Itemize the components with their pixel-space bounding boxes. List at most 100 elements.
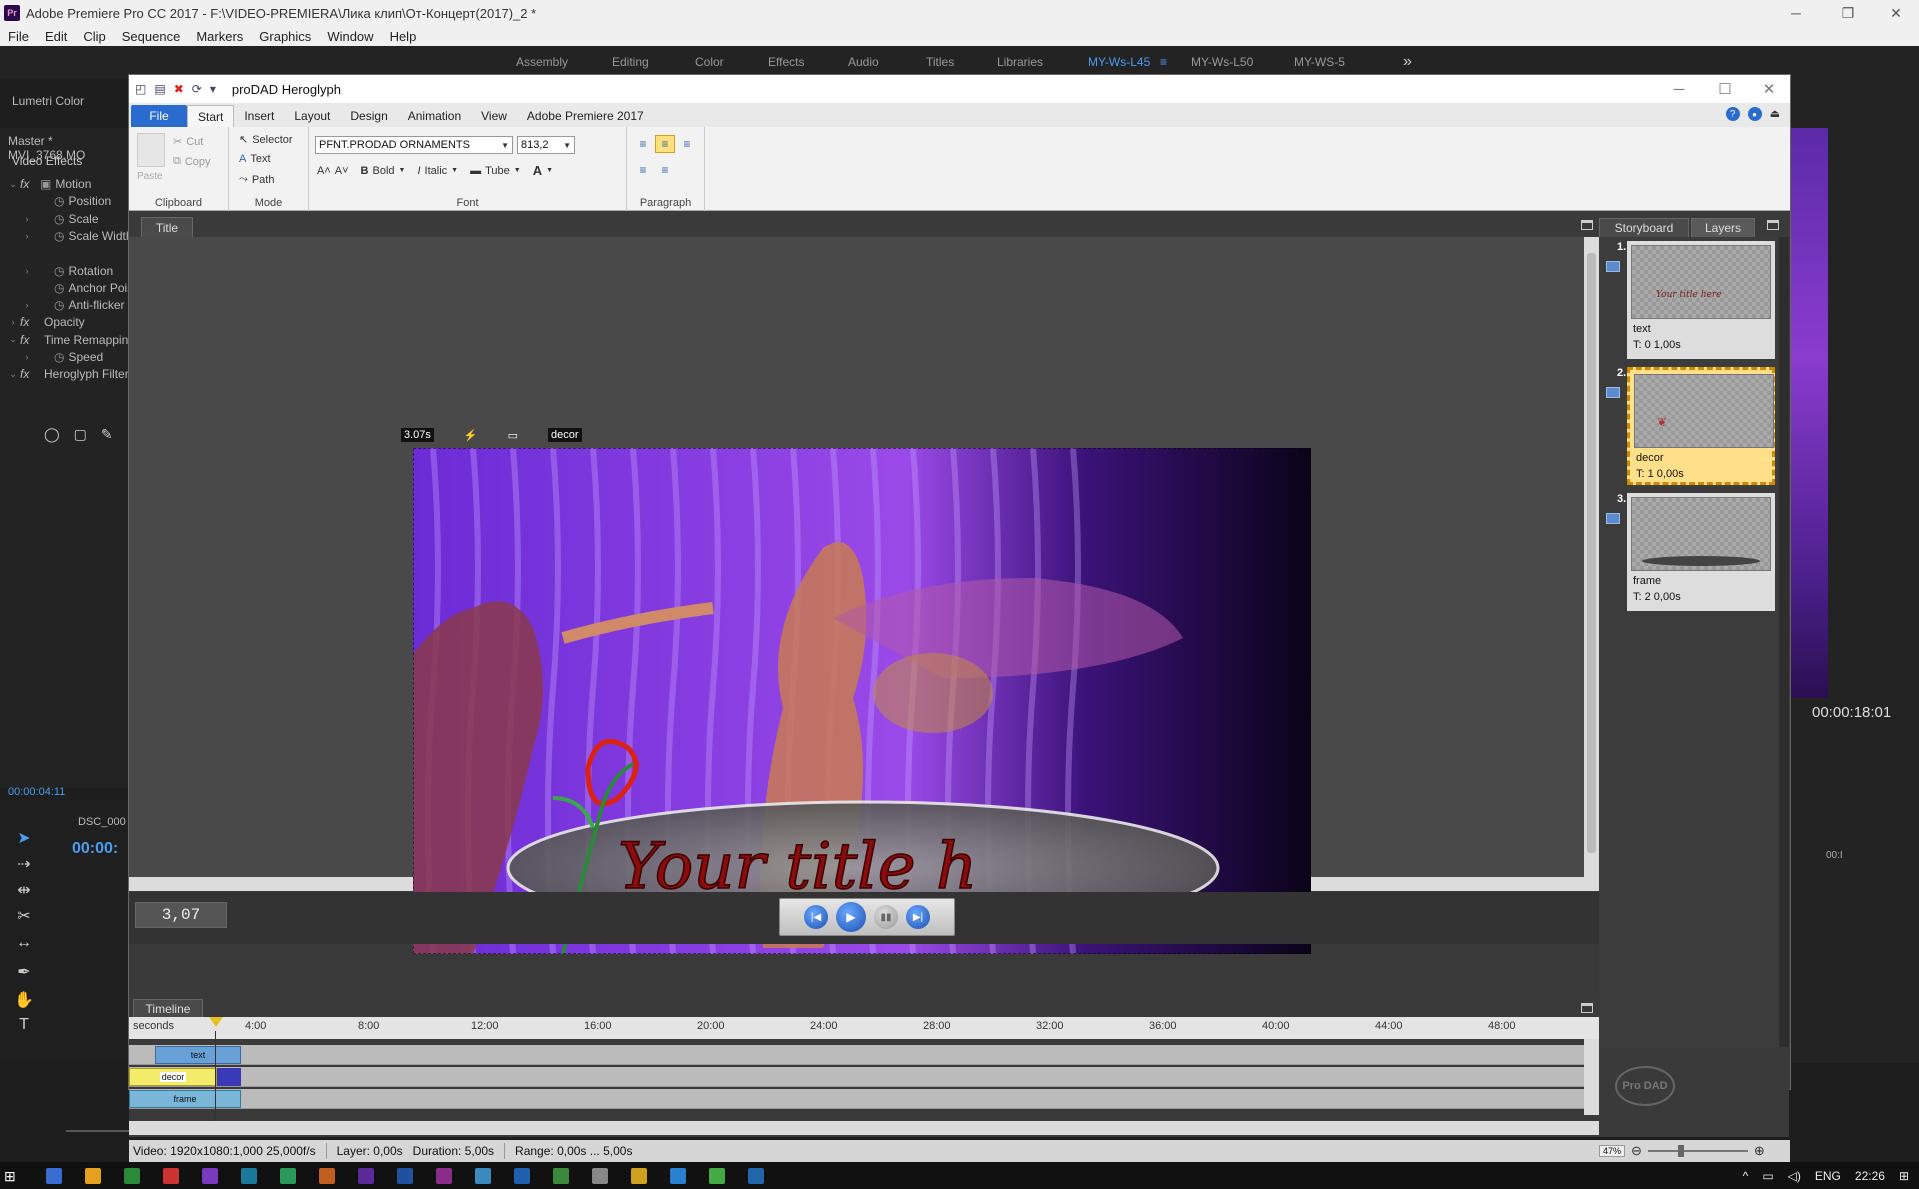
stopwatch-icon[interactable]: ◷	[54, 264, 64, 278]
dialog-maximize-button[interactable]: ☐	[1703, 75, 1747, 103]
zoom-in-icon[interactable]: ⊕	[1754, 1143, 1765, 1159]
type-tool-icon[interactable]: T	[14, 1016, 34, 1036]
ellipse-mask-icon[interactable]: ◯	[44, 426, 60, 443]
workspace-tab[interactable]: MY-WS-5	[1294, 55, 1345, 69]
stopwatch-icon[interactable]: ◷	[54, 194, 64, 208]
track-decor[interactable]: decor	[129, 1067, 1584, 1087]
align-left-button[interactable]: ≡	[633, 135, 653, 153]
menu-markers[interactable]: Markers	[196, 29, 243, 44]
workspace-tab-active[interactable]: MY-Ws-L45	[1088, 55, 1150, 69]
menu-sequence[interactable]: Sequence	[122, 29, 181, 44]
timeline-tab[interactable]: Timeline	[133, 999, 203, 1017]
menu-help[interactable]: Help	[390, 29, 417, 44]
pause-button[interactable]: ▮▮	[874, 905, 898, 929]
track-frame[interactable]: frame	[129, 1089, 1584, 1109]
clip-text[interactable]: text	[155, 1046, 241, 1064]
time-field[interactable]: 3,07	[135, 902, 227, 928]
cut-button[interactable]: Cut	[186, 136, 203, 148]
tab-adobe-premiere[interactable]: Adobe Premiere 2017	[517, 105, 654, 127]
bold-button[interactable]: Bold	[372, 165, 394, 177]
taskbar-app-icon[interactable]	[709, 1168, 725, 1184]
tab-start[interactable]: Start	[187, 105, 235, 127]
menu-graphics[interactable]: Graphics	[259, 29, 311, 44]
twirl-icon[interactable]: ›	[20, 231, 34, 241]
notifications-icon[interactable]: ⊞	[1899, 1169, 1909, 1183]
menu-file[interactable]: File	[8, 29, 29, 44]
track-text[interactable]: text	[129, 1045, 1584, 1065]
layer-visibility-icon[interactable]	[1606, 387, 1620, 398]
help-icon[interactable]: ?	[1725, 107, 1740, 121]
taskbar-app-icon[interactable]	[670, 1168, 686, 1184]
pen-mask-icon[interactable]: ✎	[101, 426, 113, 443]
stopwatch-icon[interactable]: ◷	[54, 350, 64, 364]
taskbar-app-icon[interactable]	[397, 1168, 413, 1184]
paste-button[interactable]: Paste	[137, 171, 163, 182]
font-color-button[interactable]: A	[533, 163, 542, 178]
stopwatch-icon[interactable]: ◷	[54, 281, 64, 295]
rectangle-mask-icon[interactable]: ▢	[74, 426, 87, 443]
video-preview[interactable]: Your title h	[413, 448, 1311, 954]
maximize-button[interactable]: ❐	[1825, 0, 1871, 26]
info-icon[interactable]: ●	[1747, 107, 1762, 121]
clip-decor[interactable]: decor	[129, 1068, 217, 1086]
font-family-select[interactable]: PFNT.PRODAD ORNAMENTS ▼	[315, 136, 513, 154]
go-to-start-button[interactable]: |◀	[804, 905, 828, 929]
workspace-tab[interactable]: Editing	[612, 55, 649, 69]
taskbar-app-icon[interactable]	[202, 1168, 218, 1184]
twirl-icon[interactable]: ⌄	[6, 334, 20, 345]
workspace-tab[interactable]: Libraries	[997, 55, 1043, 69]
tab-view[interactable]: View	[471, 105, 517, 127]
text-mode-button[interactable]: Text	[250, 153, 270, 165]
workspace-tab[interactable]: MY-Ws-L50	[1191, 55, 1253, 69]
taskbar-app-icon[interactable]	[553, 1168, 569, 1184]
tab-layers[interactable]: Layers	[1691, 218, 1755, 237]
razor-tool-icon[interactable]: ✂	[14, 906, 34, 926]
language-indicator[interactable]: ENG	[1815, 1169, 1841, 1183]
volume-icon[interactable]: ◁)	[1788, 1169, 1801, 1183]
taskbar-app-icon[interactable]	[592, 1168, 608, 1184]
sequence-name[interactable]: DSC_000	[78, 816, 126, 828]
taskbar-app-icon[interactable]	[85, 1168, 101, 1184]
open-icon[interactable]: ◰	[135, 82, 146, 96]
pen-tool-icon[interactable]: ✒	[14, 962, 34, 982]
collapse-ribbon-icon[interactable]: ⏏	[1770, 107, 1780, 121]
workspace-overflow-icon[interactable]: »	[1403, 53, 1412, 71]
selection-tool-icon[interactable]: ➤	[14, 828, 34, 848]
workspace-tab[interactable]: Titles	[926, 55, 954, 69]
taskbar-app-icon[interactable]	[241, 1168, 257, 1184]
menu-edit[interactable]: Edit	[45, 29, 67, 44]
taskbar-app-icon[interactable]	[631, 1168, 647, 1184]
stopwatch-icon[interactable]: ◷	[54, 212, 64, 226]
twirl-icon[interactable]: ›	[20, 352, 34, 362]
maximize-timeline-icon[interactable]	[1581, 1003, 1593, 1013]
close-button[interactable]: ✕	[1873, 0, 1919, 26]
minimize-button[interactable]: ─	[1773, 0, 1819, 26]
taskbar-app-icon[interactable]	[163, 1168, 179, 1184]
network-icon[interactable]: ▭	[1762, 1169, 1773, 1183]
stopwatch-icon[interactable]: ▣	[40, 177, 51, 191]
tray-overflow-icon[interactable]: ^	[1743, 1169, 1749, 1183]
twirl-icon[interactable]: ›	[20, 266, 34, 276]
stopwatch-icon[interactable]: ◷	[54, 298, 64, 312]
copy-button[interactable]: Copy	[185, 156, 211, 168]
workspace-tab[interactable]: Audio	[848, 55, 879, 69]
hand-tool-icon[interactable]: ✋	[14, 990, 34, 1010]
italic-button[interactable]: Italic	[425, 165, 448, 177]
taskbar-app-icon[interactable]	[475, 1168, 491, 1184]
taskbar-app-icon[interactable]	[124, 1168, 140, 1184]
twirl-icon[interactable]: ›	[20, 214, 34, 224]
clip-decor-tail[interactable]	[217, 1068, 241, 1086]
workspace-tab[interactable]: Assembly	[516, 55, 568, 69]
time-ruler[interactable]: seconds 4:00 8:00 12:00 16:00 20:00 24:00 28:0…	[129, 1017, 1622, 1039]
layer-card[interactable]: frame T: 2 0,00s	[1627, 493, 1775, 611]
paste-icon[interactable]	[137, 133, 165, 167]
grow-font-button[interactable]: A˄	[317, 165, 331, 177]
timeline-vertical-scrollbar[interactable]	[1584, 1039, 1599, 1115]
clip-frame[interactable]: frame	[129, 1090, 241, 1108]
menu-clip[interactable]: Clip	[83, 29, 105, 44]
refresh-icon[interactable]: ⟳	[192, 82, 202, 96]
layers-scrollbar[interactable]	[1779, 237, 1789, 1047]
taskbar-app-icon[interactable]	[280, 1168, 296, 1184]
title-tab[interactable]: Title	[141, 217, 193, 237]
tube-button[interactable]: Tube	[485, 165, 510, 177]
